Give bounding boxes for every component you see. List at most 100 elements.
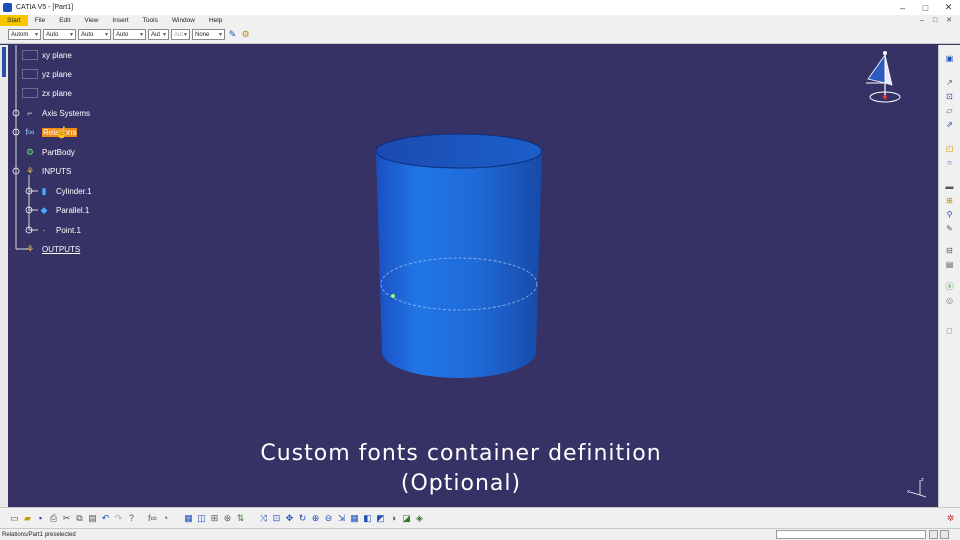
tree-scrollbar[interactable] <box>0 45 8 507</box>
analysis-icon[interactable]: ⊞ <box>209 513 220 524</box>
menu-view[interactable]: View <box>77 15 105 26</box>
tree-item-inputs[interactable]: ⚘ INPUTS <box>22 164 71 178</box>
tree-item-yz-plane[interactable]: yz plane <box>22 67 72 81</box>
relations-icon: f∞ <box>25 127 35 137</box>
format-painter-icon[interactable]: ⚙ <box>240 29 251 40</box>
save-icon[interactable]: ▪ <box>35 513 46 524</box>
line-tool-icon[interactable]: ⊡ <box>944 91 955 102</box>
doc-restore-button[interactable]: □ <box>933 15 937 26</box>
zoom-in-icon[interactable]: ⊕ <box>310 513 321 524</box>
layer-combo[interactable]: None ▼ <box>192 29 225 40</box>
tree-item-axis-systems[interactable]: ⌐ Axis Systems <box>22 106 90 120</box>
tree-item-outputs[interactable]: ⚘ OUTPUTS <box>22 242 80 256</box>
line-type-combo[interactable]: Auto ▼ <box>113 29 146 40</box>
zoom-out-icon[interactable]: ⊖ <box>323 513 334 524</box>
material-icon[interactable]: ◈ <box>414 513 425 524</box>
fit-all-icon[interactable]: ⊡ <box>271 513 282 524</box>
axis-system-icon: ⌐ <box>27 108 33 118</box>
painter-icon[interactable]: ✎ <box>227 29 238 40</box>
menu-tools[interactable]: Tools <box>136 15 165 26</box>
hide-show-icon[interactable]: ◑ <box>388 513 399 524</box>
rotate-icon[interactable]: ↻ <box>297 513 308 524</box>
tree-item-partbody[interactable]: ⚙ PartBody <box>22 145 75 159</box>
shading-icon[interactable]: ◩ <box>375 513 386 524</box>
menu-edit[interactable]: Edit <box>52 15 77 26</box>
caption-line-1: Custom fonts container definition <box>260 441 662 466</box>
revolve-icon[interactable]: ◰ <box>944 143 955 154</box>
apply-material-icon[interactable]: ◎ <box>944 295 955 306</box>
plane-tool-icon[interactable]: ▱ <box>944 105 955 116</box>
cylinder-model[interactable] <box>368 125 568 385</box>
transparency-combo[interactable]: Auto ▼ <box>43 29 76 40</box>
open-icon[interactable]: ▰ <box>22 513 33 524</box>
point-symbol-combo[interactable]: Aut ▼ <box>148 29 169 40</box>
color-combo[interactable]: Autom ▼ <box>8 29 41 40</box>
compass-icon[interactable] <box>858 49 908 107</box>
law-icon[interactable]: ⓐ <box>944 281 955 292</box>
table-icon[interactable]: ▤ <box>944 259 955 270</box>
sketch-icon[interactable]: ▣ <box>944 53 955 64</box>
line-thickness-combo[interactable]: Auto ▼ <box>78 29 111 40</box>
menu-insert[interactable]: Insert <box>105 15 135 26</box>
geometrical-set-icon: ⚘ <box>25 165 35 176</box>
tree-item-xy-plane[interactable]: xy plane <box>22 48 72 62</box>
paste-icon[interactable]: ▤ <box>87 513 98 524</box>
parallel-icon: ◆ <box>40 204 48 215</box>
copy-icon[interactable]: ⧉ <box>74 513 85 524</box>
comment-icon[interactable]: ◔ <box>160 513 171 524</box>
minimize-button[interactable]: – <box>891 0 914 15</box>
standard-toolbar: ▭ ▰ ▪ ⎙ ✂ ⧉ ▤ ↶ ↷ ? f∞ ◔ ▦ ◫ ⊞ ⊛ ⇅ ⤨ ⊡ ✥… <box>0 507 960 528</box>
redo-icon[interactable]: ↷ <box>113 513 124 524</box>
join-icon[interactable]: ▬ <box>944 181 955 192</box>
cut-icon[interactable]: ✂ <box>61 513 72 524</box>
menu-window[interactable]: Window <box>165 15 202 26</box>
extrude-icon[interactable]: ⇗ <box>944 119 955 130</box>
iso-view-icon[interactable]: ◧ <box>362 513 373 524</box>
scan-icon[interactable]: ⊛ <box>222 513 233 524</box>
power-input-field[interactable] <box>776 530 926 539</box>
tree-item-relations[interactable]: f∞ Relations <box>22 125 78 139</box>
tree-item-cylinder[interactable]: ▮ Cylinder.1 <box>36 184 92 198</box>
menu-help[interactable]: Help <box>202 15 229 26</box>
pan-icon[interactable]: ✥ <box>284 513 295 524</box>
knowledge-icon[interactable]: ⊟ <box>944 245 955 256</box>
annotation-icon[interactable]: ◻ <box>944 325 955 336</box>
tree-item-zx-plane[interactable]: zx plane <box>22 86 72 100</box>
doc-minimize-button[interactable]: – <box>920 15 924 26</box>
swap-space-icon[interactable]: ◪ <box>401 513 412 524</box>
point-tool-icon[interactable]: ↗ <box>944 77 955 88</box>
split-icon[interactable]: ⊞ <box>944 195 955 206</box>
stop-icon[interactable]: ✲ <box>945 513 956 524</box>
scrollbar-thumb[interactable] <box>2 47 6 77</box>
tree-item-point[interactable]: · Point.1 <box>36 223 81 237</box>
fly-mode-icon[interactable]: ⤨ <box>258 513 269 524</box>
menu-bar: Start File Edit View Insert Tools Window… <box>0 15 960 26</box>
undo-icon[interactable]: ↶ <box>100 513 111 524</box>
close-button[interactable]: ✕ <box>937 0 960 15</box>
status-button-2[interactable] <box>940 530 949 539</box>
formula-icon[interactable]: ✎ <box>944 223 955 234</box>
catalog-icon[interactable]: ▦ <box>183 513 194 524</box>
formula-icon[interactable]: f∞ <box>147 513 158 524</box>
menu-start[interactable]: Start <box>0 15 28 26</box>
doc-close-button[interactable]: ✕ <box>946 15 952 26</box>
measure-icon[interactable]: ⚲ <box>944 209 955 220</box>
whats-this-icon[interactable]: ? <box>126 513 137 524</box>
chevron-down-icon: ▼ <box>139 31 144 38</box>
chevron-down-icon: ▼ <box>218 31 223 38</box>
print-icon[interactable]: ⎙ <box>48 513 59 524</box>
tree-item-parallel[interactable]: ◆ Parallel.1 <box>36 203 90 217</box>
multi-view-icon[interactable]: ▦ <box>349 513 360 524</box>
chevron-down-icon: ▼ <box>162 31 167 38</box>
maximize-button[interactable]: □ <box>914 0 937 15</box>
menu-file[interactable]: File <box>28 15 52 26</box>
window-title: CATIA V5 - [Part1] <box>16 4 74 11</box>
publication-icon[interactable]: ◫ <box>196 513 207 524</box>
plane-icon <box>22 87 38 99</box>
update-icon[interactable]: ⇅ <box>235 513 246 524</box>
sphere-icon[interactable]: ○ <box>944 157 955 168</box>
new-icon[interactable]: ▭ <box>9 513 20 524</box>
chevron-down-icon: ▼ <box>104 31 109 38</box>
status-button-1[interactable] <box>929 530 938 539</box>
normal-view-icon[interactable]: ⇲ <box>336 513 347 524</box>
